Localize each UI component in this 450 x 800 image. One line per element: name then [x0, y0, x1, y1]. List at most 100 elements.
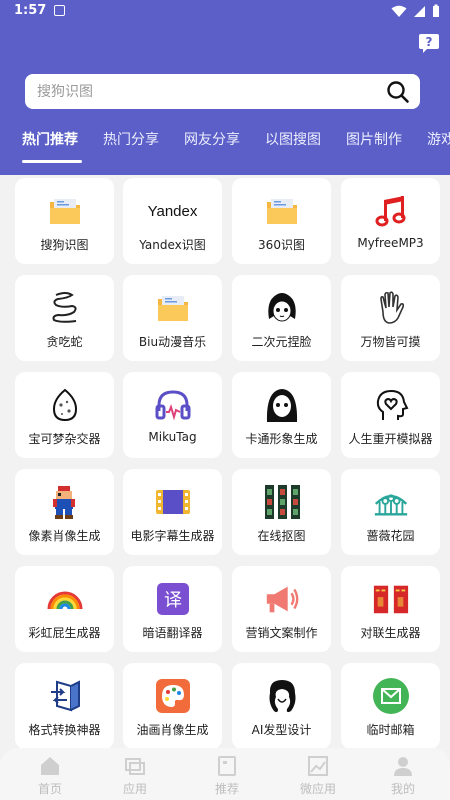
tab-user-share[interactable]: 网友分享: [184, 129, 240, 149]
tool-card[interactable]: 人生重开模拟器: [341, 372, 440, 458]
tool-card[interactable]: MikuTag: [123, 372, 222, 458]
tool-card[interactable]: 贪吃蛇: [15, 275, 114, 361]
tool-label: Biu动漫音乐: [138, 335, 207, 349]
ghost-icon: [263, 386, 301, 424]
search-input[interactable]: [37, 74, 377, 109]
nav-label: 首页: [37, 782, 62, 796]
tool-card[interactable]: Biu动漫音乐: [123, 275, 222, 361]
nav-micro-apps[interactable]: 微应用: [283, 754, 353, 800]
megaphone-icon: [263, 580, 301, 618]
folder-icon: [263, 192, 301, 230]
nav-home[interactable]: 首页: [15, 754, 85, 800]
tool-label: MyfreeMP3: [357, 236, 424, 250]
tool-label: 二次元捏脸: [251, 335, 312, 349]
tool-card[interactable]: 对联生成器: [341, 566, 440, 652]
nav-label: 微应用: [299, 782, 336, 796]
tool-label: 格式转换神器: [28, 723, 101, 737]
mail-icon: [372, 677, 410, 715]
search-icon[interactable]: [386, 80, 410, 104]
tool-label: 临时邮箱: [366, 723, 415, 737]
tool-card[interactable]: 360识图: [232, 178, 331, 264]
pixel-mario-icon: [46, 483, 84, 521]
tool-label: 宝可梦杂交器: [28, 432, 101, 446]
folder-icon: [46, 192, 84, 230]
status-time: 1:57: [14, 3, 47, 18]
tool-label: AI发型设计: [251, 723, 312, 737]
help-icon[interactable]: ?: [418, 32, 440, 54]
tool-card[interactable]: MyfreeMP3: [341, 178, 440, 264]
book-icon: [218, 756, 236, 776]
tab-hot-share[interactable]: 热门分享: [103, 129, 159, 149]
tab-games[interactable]: 游戏: [427, 129, 450, 149]
category-tabs: 热门推荐 热门分享 网友分享 以图搜图 图片制作 游戏: [0, 125, 450, 165]
snake-icon: [46, 289, 84, 327]
hand-icon: [372, 289, 410, 327]
translate-icon: 译: [154, 580, 192, 618]
tool-label: 人生重开模拟器: [348, 432, 433, 446]
tool-card[interactable]: 宝可梦杂交器: [15, 372, 114, 458]
tool-card[interactable]: 在线抠图: [232, 469, 331, 555]
palette-icon: [154, 677, 192, 715]
tool-label: Yandex识图: [139, 238, 206, 252]
tool-label: 彩虹屁生成器: [28, 626, 101, 640]
tool-card[interactable]: 万物皆可摸: [341, 275, 440, 361]
tab-image-search[interactable]: 以图搜图: [265, 129, 321, 149]
tool-label: MikuTag: [148, 430, 197, 444]
tab-hot-recommend[interactable]: 热门推荐: [22, 129, 78, 149]
tool-label: 万物皆可摸: [360, 335, 421, 349]
apps-icon: [125, 758, 145, 775]
tool-card[interactable]: 蔷薇花园: [341, 469, 440, 555]
tool-card[interactable]: 营销文案制作: [232, 566, 331, 652]
garden-icon: [372, 483, 410, 521]
tool-label: 营销文案制作: [245, 626, 318, 640]
tool-label: 卡通形象生成: [245, 432, 318, 446]
svg-text:?: ?: [426, 35, 433, 49]
yandex-logo: Yandex: [147, 202, 198, 220]
svg-text:译: 译: [164, 590, 182, 611]
convert-icon: [46, 677, 84, 715]
tool-card[interactable]: 卡通形象生成: [232, 372, 331, 458]
tool-card[interactable]: Yandex Yandex识图: [123, 178, 222, 264]
tool-label: 像素肖像生成: [28, 529, 101, 543]
user-icon: [394, 757, 412, 776]
film-icon: [154, 483, 192, 521]
headphones-icon: [154, 386, 192, 424]
nav-label: 应用: [122, 782, 147, 796]
egg-icon: [46, 386, 84, 424]
search-bar: [25, 74, 420, 109]
tool-label: 暗语翻译器: [142, 626, 203, 640]
nav-mine[interactable]: 我的: [368, 754, 438, 800]
tool-card[interactable]: 像素肖像生成: [15, 469, 114, 555]
tool-card[interactable]: 搜狗识图: [15, 178, 114, 264]
tool-card[interactable]: AI发型设计: [232, 663, 331, 749]
tool-label: 360识图: [258, 238, 305, 252]
couplet-icon: [372, 580, 410, 618]
tool-label: 贪吃蛇: [46, 335, 83, 349]
tool-label: 油画肖像生成: [136, 723, 209, 737]
active-tab-indicator: [22, 160, 82, 163]
signal-icon: [414, 5, 425, 17]
tool-card[interactable]: 临时邮箱: [341, 663, 440, 749]
hair-icon: [263, 677, 301, 715]
tool-card[interactable]: 格式转换神器: [15, 663, 114, 749]
tool-label: 对联生成器: [360, 626, 421, 640]
tool-label: 在线抠图: [257, 529, 306, 543]
nav-label: 我的: [390, 782, 415, 796]
tool-label: 蔷薇花园: [366, 529, 415, 543]
tab-image-making[interactable]: 图片制作: [346, 129, 402, 149]
tool-card[interactable]: 电影字幕生成器: [123, 469, 222, 555]
tool-grid: 搜狗识图 Yandex Yandex识图 360识图 MyfreeMP3 贪吃蛇…: [0, 175, 450, 750]
music-note-icon: [372, 192, 410, 230]
folder-icon: [154, 289, 192, 327]
tool-label: 电影字幕生成器: [130, 529, 215, 543]
notification-icon: [54, 5, 65, 16]
tool-card[interactable]: 二次元捏脸: [232, 275, 331, 361]
tool-card[interactable]: 译 暗语翻译器: [123, 566, 222, 652]
tool-card[interactable]: 油画肖像生成: [123, 663, 222, 749]
anime-face-icon: [263, 289, 301, 327]
nav-recommend[interactable]: 推荐: [192, 754, 262, 800]
nav-apps[interactable]: 应用: [100, 754, 170, 800]
film-strip-icon: [263, 483, 301, 521]
tool-card[interactable]: 彩虹屁生成器: [15, 566, 114, 652]
rainbow-icon: [46, 580, 84, 618]
